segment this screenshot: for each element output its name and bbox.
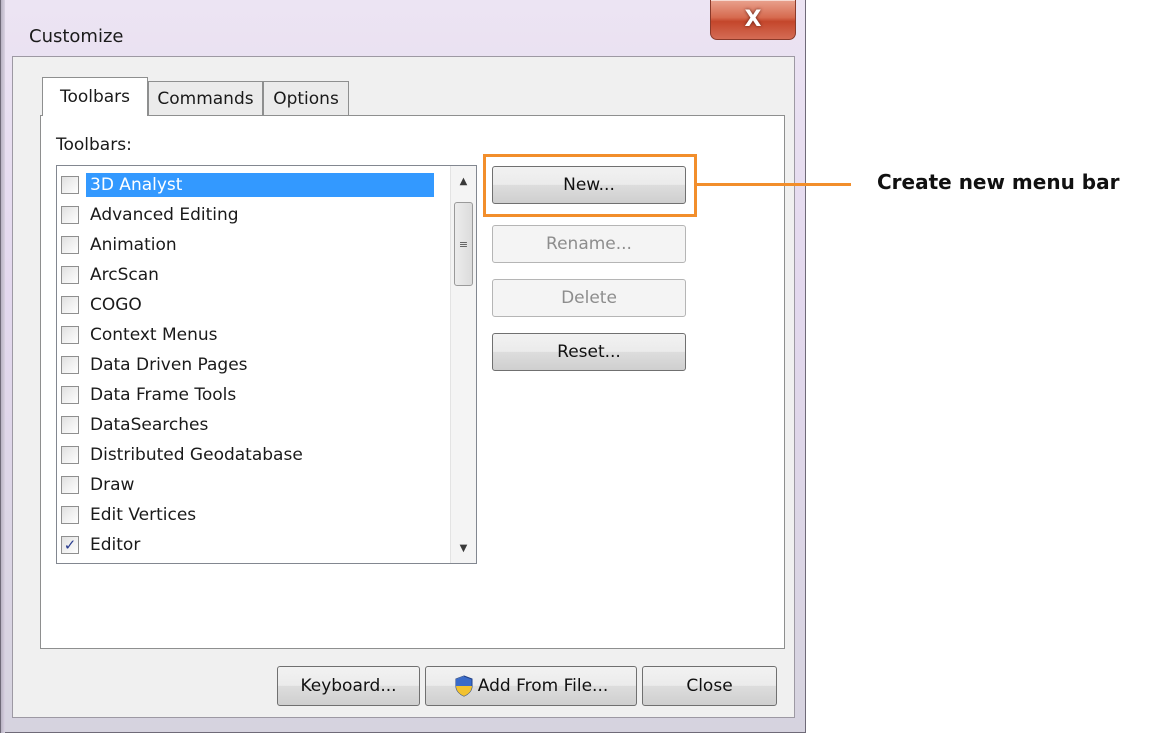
- close-icon: X: [744, 7, 762, 32]
- keyboard-button[interactable]: Keyboard...: [277, 666, 420, 706]
- tab-label: Toolbars: [59, 87, 131, 107]
- checkbox[interactable]: [61, 326, 79, 344]
- list-item[interactable]: DataSearches: [61, 410, 446, 440]
- tab-label: Commands: [157, 88, 254, 109]
- checkbox[interactable]: [61, 176, 79, 194]
- list-item[interactable]: Advanced Editing: [61, 200, 446, 230]
- list-item[interactable]: ✓ Editor: [61, 530, 446, 560]
- delete-button-label: Delete: [561, 288, 617, 308]
- list-item[interactable]: Data Driven Pages: [61, 350, 446, 380]
- checkbox[interactable]: [61, 206, 79, 224]
- checkbox[interactable]: [61, 266, 79, 284]
- add-from-file-button[interactable]: Add From File...: [425, 666, 637, 706]
- rename-button-label: Rename...: [546, 234, 632, 254]
- checkbox[interactable]: [61, 416, 79, 434]
- window-title: Customize: [29, 26, 124, 47]
- scroll-down-arrow-icon[interactable]: ▼: [451, 535, 476, 561]
- list-item-label: Data Driven Pages: [90, 355, 248, 375]
- list-item-label: ArcScan: [90, 265, 159, 285]
- list-item[interactable]: ArcScan: [61, 260, 446, 290]
- list-item-label: Draw: [90, 475, 135, 495]
- scroll-up-arrow-icon[interactable]: ▲: [451, 168, 476, 194]
- tab-toolbars[interactable]: Toolbars: [42, 77, 148, 116]
- close-button[interactable]: Close: [642, 666, 777, 706]
- list-item-label: Advanced Editing: [90, 205, 239, 225]
- list-item-label: 3D Analyst: [86, 173, 434, 197]
- uac-shield-icon: [454, 675, 474, 697]
- annotation-callout-line: [697, 183, 851, 186]
- tab-commands[interactable]: Commands: [148, 81, 263, 115]
- vertical-scrollbar[interactable]: ▲ ≡ ▼: [450, 166, 476, 563]
- tab-label: Options: [273, 88, 339, 109]
- reset-button-label: Reset...: [557, 342, 621, 362]
- list-item[interactable]: COGO: [61, 290, 446, 320]
- annotation-highlight-box: [483, 154, 697, 217]
- checkmark-icon: ✓: [63, 536, 77, 554]
- checkbox[interactable]: [61, 476, 79, 494]
- delete-button[interactable]: Delete: [492, 279, 686, 317]
- list-item[interactable]: Context Menus: [61, 320, 446, 350]
- list-item[interactable]: Distributed Geodatabase: [61, 440, 446, 470]
- reset-button[interactable]: Reset...: [492, 333, 686, 371]
- list-item[interactable]: 3D Analyst: [61, 170, 446, 200]
- keyboard-button-label: Keyboard...: [300, 676, 397, 696]
- checkbox[interactable]: [61, 506, 79, 524]
- list-item-label: Distributed Geodatabase: [90, 445, 303, 465]
- checkbox[interactable]: [61, 446, 79, 464]
- list-item-label: Animation: [90, 235, 177, 255]
- list-item-label: Editor: [90, 535, 141, 555]
- list-item-label: COGO: [90, 295, 142, 315]
- checkbox-checked[interactable]: ✓: [61, 536, 79, 554]
- close-button-label: Close: [686, 676, 733, 696]
- list-item-label: Edit Vertices: [90, 505, 197, 525]
- rename-button[interactable]: Rename...: [492, 225, 686, 263]
- list-item-label: Data Frame Tools: [90, 385, 237, 405]
- tab-options[interactable]: Options: [263, 81, 349, 115]
- checkbox[interactable]: [61, 296, 79, 314]
- checkbox[interactable]: [61, 356, 79, 374]
- list-item[interactable]: Draw: [61, 470, 446, 500]
- toolbars-list-label: Toolbars:: [56, 135, 132, 155]
- list-item-label: Context Menus: [90, 325, 218, 345]
- checkbox[interactable]: [61, 236, 79, 254]
- annotation-callout-text: Create new menu bar: [877, 170, 1120, 194]
- window-edge: [1, 0, 5, 733]
- list-item[interactable]: Edit Vertices: [61, 500, 446, 530]
- scroll-thumb[interactable]: ≡: [454, 202, 473, 286]
- list-item[interactable]: Animation: [61, 230, 446, 260]
- checkbox[interactable]: [61, 386, 79, 404]
- list-item-label: DataSearches: [90, 415, 209, 435]
- window-close-button[interactable]: X: [710, 0, 796, 40]
- add-from-file-button-label: Add From File...: [477, 676, 609, 696]
- toolbars-listbox[interactable]: 3D Analyst Advanced Editing Animation Ar…: [56, 165, 477, 564]
- list-item[interactable]: Data Frame Tools: [61, 380, 446, 410]
